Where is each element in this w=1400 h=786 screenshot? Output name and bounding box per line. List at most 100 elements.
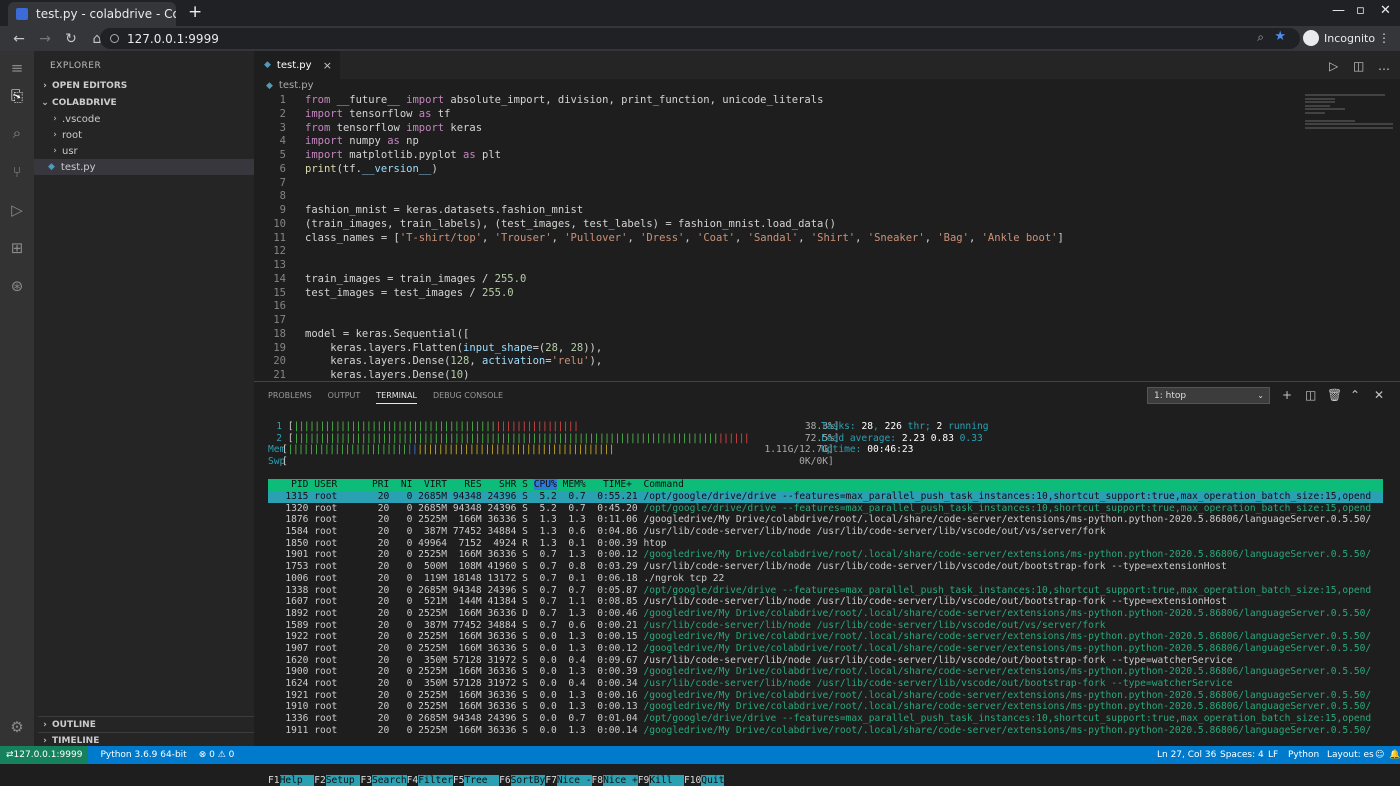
keyboard-layout[interactable]: Layout: es xyxy=(1327,750,1374,760)
process-row[interactable]: 1753 root 20 0 500M 108M 41960 S 0.7 0.8… xyxy=(268,561,1383,573)
function-key-label[interactable]: SortBy xyxy=(510,775,546,786)
run-debug-icon[interactable]: ▷ xyxy=(8,201,26,219)
function-key-label[interactable]: Search xyxy=(372,775,407,786)
python-interpreter[interactable]: Python 3.6.9 64-bit xyxy=(100,750,186,760)
more-actions-icon[interactable]: … xyxy=(1378,59,1390,73)
code-token: keras xyxy=(444,121,483,134)
process-row[interactable]: 1892 root 20 0 2525M 166M 36336 D 0.7 1.… xyxy=(268,608,1383,620)
extensions-icon[interactable]: ⊞ xyxy=(8,239,26,257)
kill-terminal-icon[interactable]: 🗑 xyxy=(1327,388,1342,402)
code-editor[interactable]: 1 from __future__ import absolute_import,… xyxy=(254,94,1304,380)
process-table-header[interactable]: PID USER PRI NI VIRT RES SHR S CPU% MEM%… xyxy=(268,479,1383,491)
explorer-icon[interactable]: ⎘ xyxy=(8,87,26,105)
run-file-icon[interactable]: ▷ xyxy=(1329,59,1338,73)
process-row[interactable]: 1338 root 20 0 2685M 94348 24396 S 0.7 0… xyxy=(268,585,1383,597)
split-terminal-icon[interactable]: ◫ xyxy=(1305,388,1316,402)
bookmark-star-icon[interactable]: ★ xyxy=(1274,29,1286,44)
terminal-select[interactable]: 1: htop ⌄ xyxy=(1147,387,1270,404)
function-key-label[interactable]: Kill xyxy=(649,775,684,786)
minimize-icon[interactable]: — xyxy=(1332,3,1345,18)
function-key-label[interactable]: Nice - xyxy=(556,775,592,786)
remote-indicator[interactable]: ⇄ 127.0.0.1:9999 xyxy=(0,746,89,764)
settings-gear-icon[interactable]: ⚙ xyxy=(8,718,26,736)
tab-terminal[interactable]: TERMINAL xyxy=(376,391,417,404)
process-row[interactable]: 1901 root 20 0 2525M 166M 36336 S 0.7 1.… xyxy=(268,549,1383,561)
process-row[interactable]: 1607 root 20 0 521M 144M 41384 S 0.7 1.1… xyxy=(268,596,1383,608)
terminal-htop[interactable]: 1 [ ||||||||||||||||||||||||||||||||||||… xyxy=(268,421,1383,786)
process-row[interactable]: 1584 root 20 0 387M 77452 34884 S 1.3 0.… xyxy=(268,526,1383,538)
line-number: 20 xyxy=(273,355,286,368)
editor-scrollbar[interactable] xyxy=(1392,94,1400,380)
tab-debug-console[interactable]: DEBUG CONSOLE xyxy=(433,391,503,404)
line-number: 13 xyxy=(273,259,286,271)
process-row[interactable]: 1336 root 20 0 2685M 94348 24396 S 0.0 0… xyxy=(268,713,1383,725)
function-key-label[interactable]: Help xyxy=(279,775,315,786)
tree-item-root[interactable]: › root xyxy=(34,127,254,143)
reload-icon[interactable]: ↻ xyxy=(64,31,78,47)
process-row[interactable]: 1911 root 20 0 2525M 166M 36336 S 0.0 1.… xyxy=(268,725,1383,737)
process-row[interactable]: 1320 root 20 0 2685M 94348 24396 S 5.2 0… xyxy=(268,503,1383,515)
function-key-label[interactable]: Setup xyxy=(325,775,361,786)
incognito-indicator[interactable]: Incognito xyxy=(1303,30,1375,46)
tree-item-vscode[interactable]: › .vscode xyxy=(34,111,254,127)
process-row[interactable]: 1910 root 20 0 2525M 166M 36336 S 0.0 1.… xyxy=(268,701,1383,713)
minimap[interactable] xyxy=(1305,94,1395,144)
url-input[interactable]: 127.0.0.1:9999 ⌕ ★ xyxy=(100,28,1300,49)
process-row[interactable]: 1620 root 20 0 350M 57128 31972 S 0.0 0.… xyxy=(268,655,1383,667)
menu-icon[interactable]: ≡ xyxy=(8,59,26,77)
editor-tab-test-py[interactable]: ◆ test.py × xyxy=(254,51,340,79)
process-row[interactable]: 1589 root 20 0 387M 77452 34884 S 0.7 0.… xyxy=(268,620,1383,632)
zoom-icon[interactable]: ⌕ xyxy=(1257,30,1264,45)
breadcrumb[interactable]: ◆ test.py xyxy=(266,80,314,91)
outline-section[interactable]: › OUTLINE xyxy=(38,716,254,732)
tab-problems[interactable]: PROBLEMS xyxy=(268,391,312,404)
problems-count[interactable]: ⊗ 0 ⚠ 0 xyxy=(199,750,235,760)
tree-item-test-py[interactable]: ◆ test.py xyxy=(34,159,254,175)
chevron-right-icon: › xyxy=(53,114,57,124)
process-row[interactable]: 1907 root 20 0 2525M 166M 36336 S 0.0 1.… xyxy=(268,643,1383,655)
process-row[interactable]: 1922 root 20 0 2525M 166M 36336 S 0.0 1.… xyxy=(268,631,1383,643)
tab-output[interactable]: OUTPUT xyxy=(328,391,361,404)
cursor-position[interactable]: Ln 27, Col 36 xyxy=(1157,750,1216,760)
split-editor-icon[interactable]: ◫ xyxy=(1353,59,1364,73)
process-row[interactable]: 1315 root 20 0 2685M 94348 24396 S 5.2 0… xyxy=(268,491,1383,503)
back-icon[interactable]: ← xyxy=(12,31,26,47)
notifications-icon[interactable]: 🔔 xyxy=(1389,750,1400,760)
source-control-icon[interactable]: ⑂ xyxy=(8,163,26,181)
function-key-label[interactable]: Filter xyxy=(418,775,453,786)
close-window-icon[interactable]: ✕ xyxy=(1380,3,1391,18)
tree-item-usr[interactable]: › usr xyxy=(34,143,254,159)
forward-icon[interactable]: → xyxy=(38,31,52,47)
workspace-section[interactable]: ⌄ COLABDRIVE xyxy=(38,95,116,111)
line-ending[interactable]: LF xyxy=(1268,750,1278,760)
remote-explorer-icon[interactable]: ⊛ xyxy=(8,277,26,295)
process-row[interactable]: 1900 root 20 0 2525M 166M 36336 S 0.0 1.… xyxy=(268,666,1383,678)
code-line: 9 fashion_mnist = keras.datasets.fashion_… xyxy=(254,204,1304,218)
close-panel-icon[interactable]: ✕ xyxy=(1374,388,1384,402)
site-info-icon[interactable] xyxy=(110,34,119,43)
browser-menu-icon[interactable]: ⋮ xyxy=(1378,31,1390,45)
code-token: import xyxy=(305,149,343,161)
new-terminal-icon[interactable]: + xyxy=(1282,388,1292,402)
feedback-icon[interactable]: ☺ xyxy=(1375,750,1384,760)
process-columns: 1921 root 20 0 2525M 166M 36336 S 0.0 1.… xyxy=(268,689,644,701)
function-key-label[interactable]: Nice + xyxy=(603,775,638,786)
browser-tab[interactable]: test.py - colabdrive - Code × xyxy=(8,2,176,26)
language-mode[interactable]: Python xyxy=(1288,750,1319,760)
maximize-icon[interactable]: ▫ xyxy=(1356,3,1365,18)
close-editor-icon[interactable]: × xyxy=(323,59,332,72)
process-row[interactable]: 1006 root 20 0 119M 18148 13172 S 0.7 0.… xyxy=(268,573,1383,585)
indentation[interactable]: Spaces: 4 xyxy=(1220,750,1264,760)
open-editors-section[interactable]: › OPEN EDITORS xyxy=(38,78,127,94)
maximize-panel-icon[interactable]: ⌃ xyxy=(1350,388,1360,402)
process-row[interactable]: 1921 root 20 0 2525M 166M 36336 S 0.0 1.… xyxy=(268,690,1383,702)
process-row[interactable]: 1850 root 20 0 49964 7152 4924 R 1.3 0.1… xyxy=(268,538,1383,550)
code-token: , xyxy=(798,231,811,244)
new-tab-button[interactable]: + xyxy=(188,2,202,22)
function-key-label[interactable]: Tree xyxy=(464,775,500,786)
code-token: 28 xyxy=(570,341,584,354)
process-row[interactable]: 1624 root 20 0 350M 57128 31972 S 0.0 0.… xyxy=(268,678,1383,690)
process-row[interactable]: 1876 root 20 0 2525M 166M 36336 S 1.3 1.… xyxy=(268,514,1383,526)
function-key-label[interactable]: Quit xyxy=(701,775,725,786)
search-icon[interactable]: ⌕ xyxy=(8,124,26,142)
